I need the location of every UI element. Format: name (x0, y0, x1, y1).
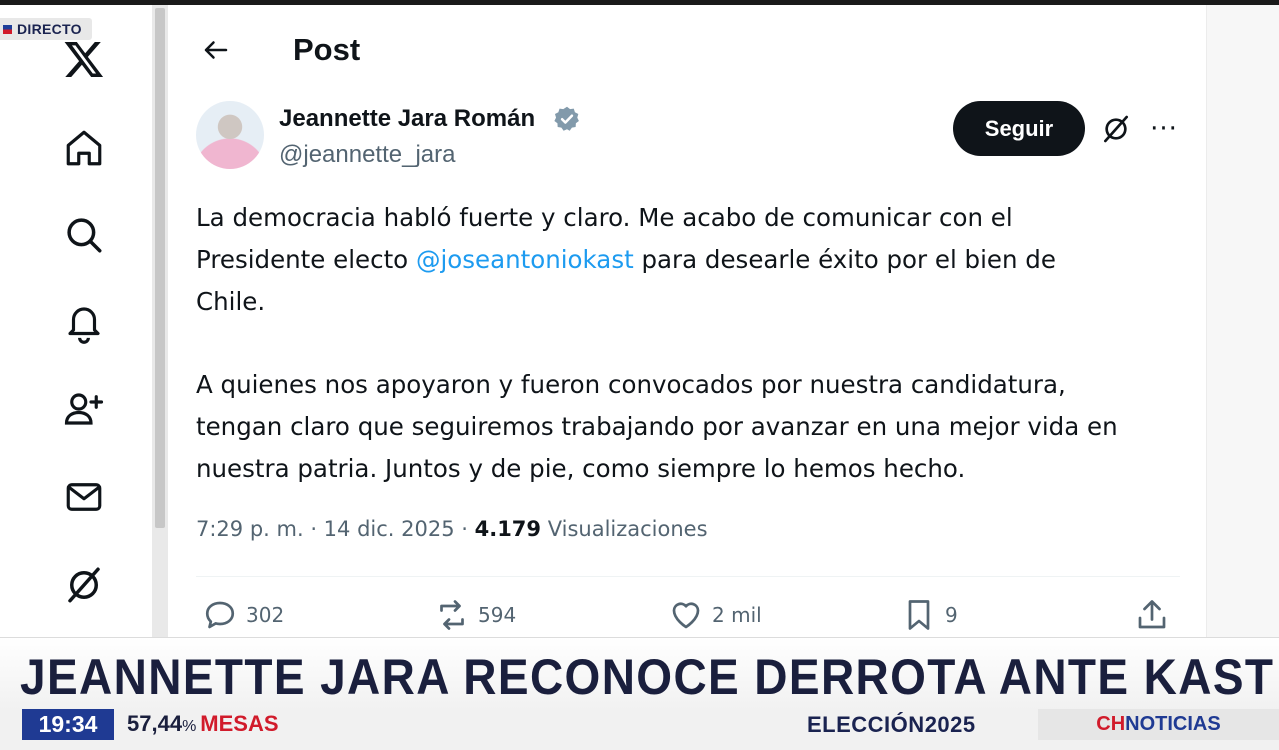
repost-count: 594 (478, 603, 517, 627)
bookmark-count: 9 (945, 603, 958, 627)
follow-icon[interactable] (58, 383, 110, 435)
notifications-icon[interactable] (58, 297, 110, 349)
avatar[interactable] (196, 101, 264, 169)
live-badge-label: DIRECTO (17, 21, 82, 37)
like-count: 2 mil (712, 603, 762, 627)
results-percent: 57,44% MESAS (127, 711, 279, 737)
reply-count: 302 (246, 603, 285, 627)
home-icon[interactable] (58, 122, 110, 174)
arrow-left-icon (204, 41, 228, 59)
repost-button[interactable]: 594 (434, 595, 516, 635)
channel-name: NOTICIAS (1125, 713, 1221, 735)
election-logo: ELECCIÓN2025 (807, 712, 976, 738)
divider (196, 576, 1180, 577)
author-handle[interactable]: @jeannette_jara (279, 141, 455, 169)
live-badge: DIRECTO (0, 18, 92, 40)
post-text-line: Chile. (196, 287, 266, 316)
post-text: La democracia habló fuerte y claro. Me a… (196, 197, 1186, 490)
grok-button[interactable] (1096, 109, 1136, 149)
channel-logo: CH NOTICIAS (1038, 709, 1279, 740)
bookmark-icon (908, 600, 930, 630)
reply-button[interactable]: 302 (202, 595, 284, 635)
share-icon (1138, 600, 1166, 629)
channel-prefix: CH (1096, 713, 1126, 735)
mention-link[interactable]: @joseantoniokast (416, 245, 634, 274)
post-timestamp[interactable]: 7:29 p. m. · 14 dic. 2025 · (196, 517, 475, 541)
reply-icon (205, 601, 235, 629)
right-column (1206, 5, 1279, 637)
post-meta: 7:29 p. m. · 14 dic. 2025 · 4.179 Visual… (196, 517, 708, 541)
percent-value: 57,44 (127, 711, 183, 736)
messages-icon[interactable] (58, 471, 110, 523)
bookmark-button[interactable]: 9 (901, 595, 958, 635)
post-actions: 302 594 2 mil 9 (168, 595, 1206, 639)
percent-sign: % (182, 718, 197, 735)
views-count: 4.179 (474, 517, 542, 541)
post-text-line: nuestra patria. Juntos y de pie, como si… (196, 454, 966, 483)
flag-icon (3, 24, 12, 34)
like-button[interactable]: 2 mil (668, 595, 762, 635)
repost-icon (440, 600, 464, 630)
headline: JEANNETTE JARA RECONOCE DERROTA ANTE KAS… (20, 649, 1275, 705)
author-name[interactable]: Jeannette Jara Román (279, 105, 535, 133)
grok-icon (1104, 115, 1128, 143)
page-title: Post (293, 32, 361, 67)
more-options-button[interactable]: ··· (1146, 109, 1182, 149)
views-label: Visualizaciones (541, 517, 708, 541)
post-text-segment: Presidente electo (196, 245, 416, 274)
verified-badge-icon (554, 106, 579, 131)
post-text-segment: para desearle éxito por el bien de (633, 245, 1056, 274)
search-icon[interactable] (58, 209, 110, 261)
x-logo-icon[interactable] (58, 33, 110, 85)
post-text-line: A quienes nos apoyaron y fueron convocad… (196, 370, 1066, 399)
heart-icon (672, 602, 700, 629)
percent-label: MESAS (200, 711, 279, 736)
clock: 19:34 (22, 709, 114, 740)
post-text-line: tengan claro que seguiremos trabajando p… (196, 412, 1118, 441)
post-detail: Post Jeannette Jara Román @jeannette_jar… (168, 5, 1206, 637)
scrollbar-thumb[interactable] (155, 8, 165, 528)
left-navigation (0, 5, 152, 637)
share-button[interactable] (1134, 595, 1170, 635)
follow-button[interactable]: Seguir (953, 101, 1085, 156)
grok-icon[interactable] (58, 559, 110, 611)
back-button[interactable] (198, 32, 234, 68)
election-word: ELECCIÓN (807, 712, 925, 737)
post-text-line: Presidente electo @joseantoniokast para … (196, 239, 1186, 281)
post-text-line: La democracia habló fuerte y claro. Me a… (196, 203, 1013, 232)
election-year: 2025 (924, 712, 976, 737)
